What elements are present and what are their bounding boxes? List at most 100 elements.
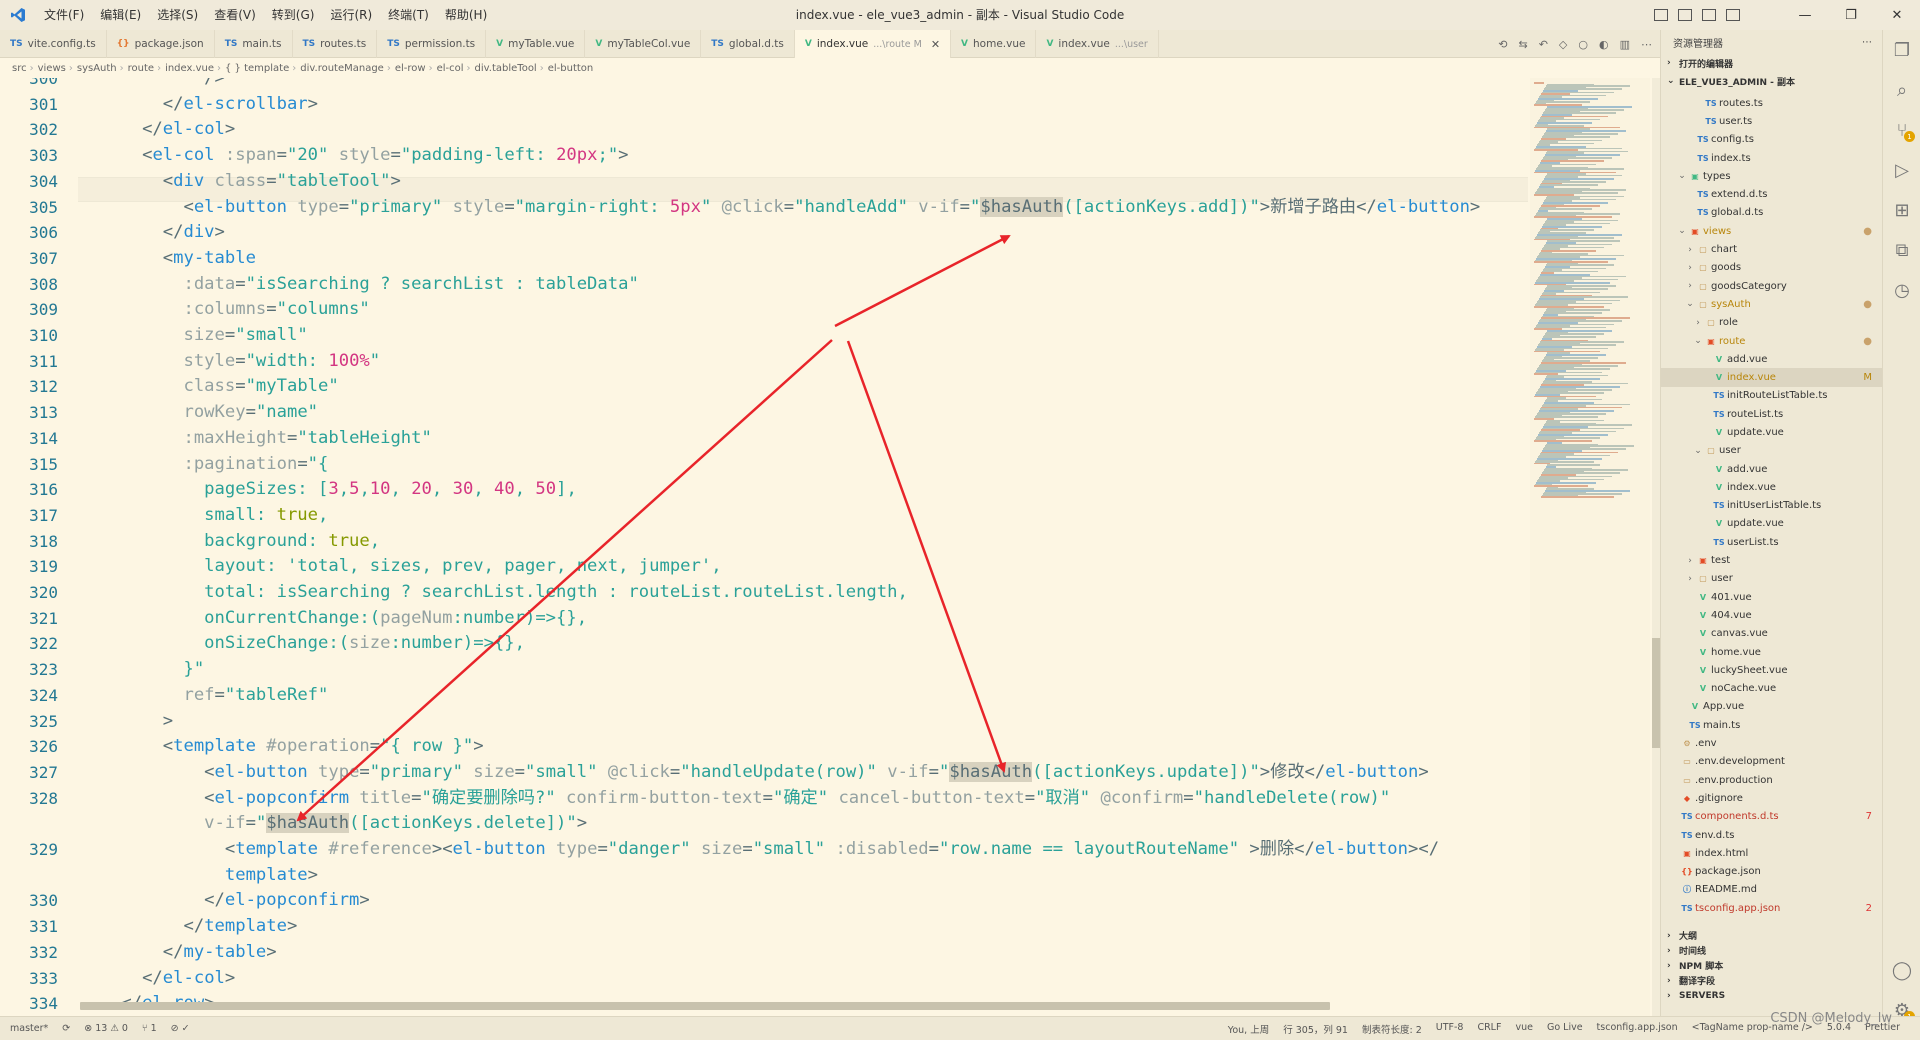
editor-tab[interactable]: TS global.d.ts bbox=[701, 30, 795, 58]
file-tree-item[interactable]: TS env.d.ts bbox=[1661, 826, 1882, 844]
toggle-secondary-sidebar-icon[interactable] bbox=[1702, 9, 1716, 21]
file-tree-item[interactable]: ⌄ ▣ types bbox=[1661, 167, 1882, 185]
split-editor-icon[interactable]: ▥ bbox=[1620, 38, 1630, 51]
menu-item[interactable]: 文件(F) bbox=[36, 0, 92, 30]
file-tree-item[interactable]: ◆ .gitignore bbox=[1661, 789, 1882, 807]
file-tree-item[interactable]: TS tsconfig.app.json 2 bbox=[1661, 899, 1882, 917]
toggle-panel-icon[interactable] bbox=[1678, 9, 1692, 21]
file-tree-item[interactable]: {} package.json bbox=[1661, 862, 1882, 880]
timeline-icon[interactable]: ⟲ bbox=[1498, 38, 1507, 51]
file-tree-item[interactable]: Vadd.vue bbox=[1661, 460, 1882, 478]
status-item[interactable]: ⟳ bbox=[62, 1023, 70, 1034]
file-tree-item[interactable]: Vindex.vue bbox=[1661, 478, 1882, 496]
editor-tab[interactable]: Vhome.vue bbox=[951, 30, 1037, 58]
go-back-icon[interactable]: ↶ bbox=[1539, 38, 1548, 51]
status-item[interactable]: vue bbox=[1515, 1022, 1533, 1036]
file-tree-item[interactable]: TS extend.d.ts bbox=[1661, 185, 1882, 203]
editor-tab[interactable]: VmyTable.vue bbox=[486, 30, 586, 58]
editor-tab[interactable]: TS vite.config.ts bbox=[0, 30, 107, 58]
account-icon[interactable]: ◯ bbox=[1883, 950, 1920, 990]
file-tree-item[interactable]: Vadd.vue bbox=[1661, 350, 1882, 368]
file-tree-item[interactable]: › ▢ goods bbox=[1661, 259, 1882, 277]
file-tree-item[interactable]: TS routes.ts bbox=[1661, 94, 1882, 112]
file-tree-item[interactable]: ⌄ ▢ sysAuth ● bbox=[1661, 295, 1882, 313]
file-tree-item[interactable]: ⌄ ▢ user bbox=[1661, 442, 1882, 460]
source-control-icon[interactable]: ⑂ 1 bbox=[1883, 110, 1920, 150]
file-tree-item[interactable]: › ▢ user bbox=[1661, 570, 1882, 588]
sidebar-section[interactable]: › 时间线 bbox=[1661, 943, 1883, 958]
breadcrumb-item[interactable]: el-row bbox=[395, 63, 426, 74]
status-item[interactable]: Go Live bbox=[1547, 1022, 1583, 1036]
breadcrumb-item[interactable]: div.routeManage bbox=[300, 63, 384, 74]
open-preview-icon[interactable]: ◐ bbox=[1599, 38, 1609, 51]
project-root[interactable]: ⌄ ELE_VUE3_ADMIN - 副本 bbox=[1661, 72, 1882, 90]
sidebar-section[interactable]: › NPM 脚本 bbox=[1661, 958, 1883, 973]
file-tree-item[interactable]: Vhome.vue bbox=[1661, 643, 1882, 661]
status-item[interactable]: master* bbox=[10, 1023, 48, 1034]
breadcrumb-item[interactable]: { } template bbox=[225, 63, 289, 74]
file-tree-item[interactable]: TS components.d.ts 7 bbox=[1661, 808, 1882, 826]
editor-tab[interactable]: Vindex.vue ...\route M ✕ bbox=[794, 30, 952, 58]
status-item[interactable]: 制表符长度: 2 bbox=[1362, 1022, 1422, 1036]
sidebar-section[interactable]: › 翻译字段 bbox=[1661, 973, 1883, 988]
file-tree-item[interactable]: › ▣ test bbox=[1661, 551, 1882, 569]
breadcrumb-item[interactable]: views bbox=[38, 63, 66, 74]
status-item[interactable]: ⊘ ✓ bbox=[171, 1023, 190, 1034]
breadcrumb-item[interactable]: div.tableTool bbox=[475, 63, 537, 74]
menu-item[interactable]: 帮助(H) bbox=[437, 0, 495, 30]
breadcrumb-item[interactable]: index.vue bbox=[165, 63, 214, 74]
status-item[interactable]: tsconfig.app.json bbox=[1597, 1022, 1678, 1036]
status-item[interactable]: ⊗ 13 ⚠ 0 bbox=[84, 1023, 128, 1034]
diamond-icon[interactable]: ◇ bbox=[1559, 38, 1567, 51]
sidebar-section[interactable]: › 大纲 bbox=[1661, 928, 1883, 943]
file-tree-item[interactable]: › ▢ goodsCategory bbox=[1661, 277, 1882, 295]
file-tree-item[interactable]: ⚙ .env bbox=[1661, 734, 1882, 752]
file-tree-item[interactable]: VluckySheet.vue bbox=[1661, 661, 1882, 679]
file-tree-item[interactable]: ⌄ ▣ route ● bbox=[1661, 332, 1882, 350]
horizontal-scrollbar[interactable] bbox=[80, 1002, 1330, 1010]
close-icon[interactable]: ✕ bbox=[1874, 0, 1920, 30]
file-tree-item[interactable]: TS initRouteListTable.ts bbox=[1661, 387, 1882, 405]
file-tree-item[interactable]: ▣ index.html bbox=[1661, 844, 1882, 862]
file-tree-item[interactable]: TS config.ts bbox=[1661, 131, 1882, 149]
menu-item[interactable]: 运行(R) bbox=[322, 0, 380, 30]
file-tree-item[interactable]: VnoCache.vue bbox=[1661, 680, 1882, 698]
file-tree-item[interactable]: ▭ .env.development bbox=[1661, 753, 1882, 771]
open-editors-section[interactable]: › 打开的编辑器 bbox=[1661, 54, 1882, 72]
close-tab-icon[interactable]: ✕ bbox=[931, 38, 940, 51]
file-tree-item[interactable]: › ▢ chart bbox=[1661, 240, 1882, 258]
file-tree-item[interactable]: TS userList.ts bbox=[1661, 533, 1882, 551]
minimap[interactable] bbox=[1530, 78, 1650, 1016]
file-tree-item[interactable]: Vupdate.vue bbox=[1661, 423, 1882, 441]
file-tree-item[interactable]: Vindex.vue M bbox=[1661, 368, 1882, 387]
status-item[interactable]: CRLF bbox=[1477, 1022, 1501, 1036]
breadcrumb-item[interactable]: src bbox=[12, 63, 27, 74]
minimize-icon[interactable]: — bbox=[1782, 0, 1828, 30]
menu-item[interactable]: 选择(S) bbox=[149, 0, 206, 30]
editor-tab[interactable]: TS permission.ts bbox=[377, 30, 487, 58]
code-editor[interactable]: 300 301 302 303 304 305 306 307 308 309 310 311 312 3… bbox=[0, 78, 1530, 1016]
file-tree-item[interactable]: TS user.ts bbox=[1661, 112, 1882, 130]
file-tree-item[interactable]: TS index.ts bbox=[1661, 149, 1882, 167]
timeline-icon[interactable]: ◷ bbox=[1883, 270, 1920, 310]
file-tree-item[interactable]: ⓘ README.md bbox=[1661, 881, 1882, 899]
breadcrumb-item[interactable]: sysAuth bbox=[77, 63, 117, 74]
file-tree-item[interactable]: TS routeList.ts bbox=[1661, 405, 1882, 423]
status-item[interactable]: ⑂ 1 bbox=[142, 1023, 157, 1034]
menu-item[interactable]: 编辑(E) bbox=[92, 0, 149, 30]
customize-layout-icon[interactable] bbox=[1726, 9, 1740, 21]
menu-item[interactable]: 终端(T) bbox=[380, 0, 437, 30]
sidebar-section[interactable]: › SERVERS bbox=[1661, 988, 1883, 1003]
file-tree-item[interactable]: TS initUserListTable.ts bbox=[1661, 497, 1882, 515]
menu-item[interactable]: 转到(G) bbox=[264, 0, 323, 30]
breadcrumb-item[interactable]: route bbox=[128, 63, 154, 74]
status-item[interactable]: 行 305，列 91 bbox=[1283, 1022, 1348, 1036]
file-tree-item[interactable]: ⌄ ▣ views ● bbox=[1661, 222, 1882, 240]
file-tree-item[interactable]: ▭ .env.production bbox=[1661, 771, 1882, 789]
menu-item[interactable]: 查看(V) bbox=[206, 0, 264, 30]
file-tree-item[interactable]: V App.vue bbox=[1661, 698, 1882, 716]
status-item[interactable]: You, 上周 bbox=[1228, 1022, 1269, 1036]
maximize-icon[interactable]: ❐ bbox=[1828, 0, 1874, 30]
file-tree-item[interactable]: Vcanvas.vue bbox=[1661, 625, 1882, 643]
editor-tab[interactable]: VmyTableCol.vue bbox=[585, 30, 702, 58]
